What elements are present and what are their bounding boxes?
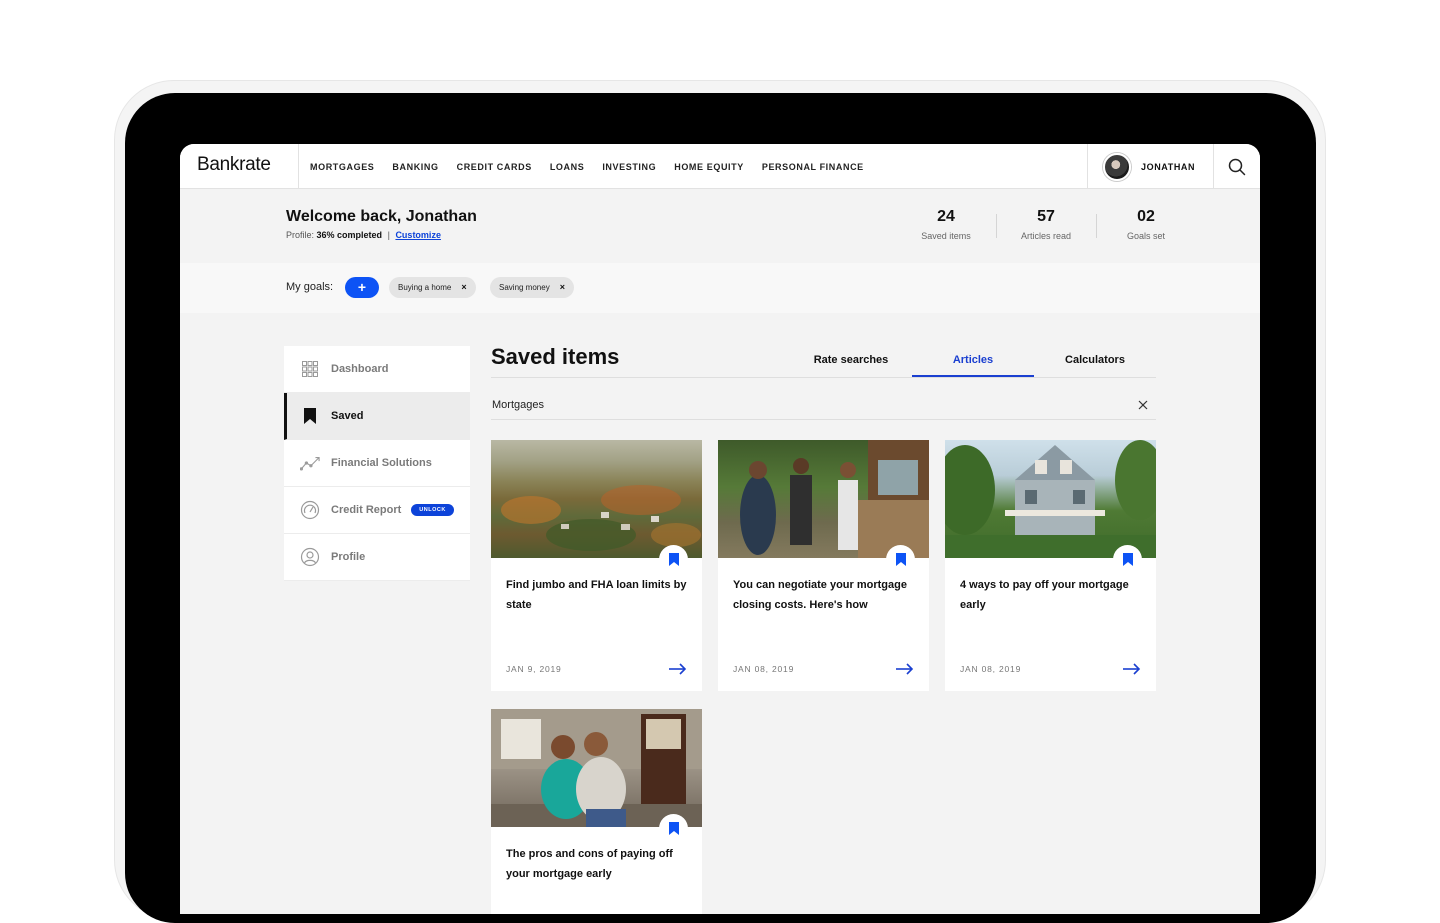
stat-value: 24 <box>937 208 955 225</box>
add-goal-button[interactable]: + <box>345 277 379 298</box>
tab-articles[interactable]: Articles <box>912 344 1034 377</box>
bankrate-logo[interactable]: Bankrate <box>197 154 271 176</box>
goal-chip-saving-money[interactable]: Saving money × <box>490 277 574 298</box>
article-footer: JAN 08, 2019 <box>733 663 914 675</box>
stat-value: 02 <box>1137 208 1155 225</box>
nav-home-equity[interactable]: HOME EQUITY <box>674 162 744 172</box>
article-date: JAN 08, 2019 <box>733 664 795 674</box>
nav-loans[interactable]: LOANS <box>550 162 585 172</box>
profile-completion: 36% completed <box>316 230 383 240</box>
sidebar-item-label: Saved <box>331 410 364 422</box>
profile-prefix: Profile: <box>286 230 315 240</box>
article-date: JAN 9, 2019 <box>506 664 562 674</box>
article-image <box>718 440 929 558</box>
bookmark-button[interactable] <box>1113 545 1142 574</box>
sidebar-item-label: Profile <box>331 551 366 563</box>
stat-label: Goals set <box>1126 231 1166 241</box>
divider <box>298 144 299 189</box>
goals-label: My goals: <box>286 281 334 293</box>
article-card[interactable]: You can negotiate your mortgage closing … <box>718 440 929 691</box>
gauge-icon <box>300 500 320 520</box>
sidebar-item-saved[interactable]: Saved <box>284 393 470 440</box>
bookmark-button[interactable] <box>659 814 688 843</box>
article-card[interactable]: 4 ways to pay off your mortgage early JA… <box>945 440 1156 691</box>
article-date: JAN 08, 2019 <box>960 664 1022 674</box>
bookmark-button[interactable] <box>659 545 688 574</box>
article-footer: JAN 08, 2019 <box>960 663 1141 675</box>
avatar <box>1103 152 1131 181</box>
close-icon[interactable] <box>1138 400 1148 413</box>
bookmark-button[interactable] <box>886 545 915 574</box>
chip-label: Saving money <box>499 283 550 292</box>
stat-value: 57 <box>1037 208 1055 225</box>
search-button[interactable] <box>1213 144 1260 189</box>
welcome-heading: Welcome back, Jonathan <box>286 208 477 225</box>
sidebar: Dashboard Saved Financial Solutions Cred… <box>284 346 470 581</box>
stat-goals-set: 02 Goals set <box>1096 208 1196 241</box>
stat-articles-read: 57 Articles read <box>996 208 1096 241</box>
top-navigation: Bankrate MORTGAGES BANKING CREDIT CARDS … <box>180 144 1260 189</box>
sidebar-item-financial-solutions[interactable]: Financial Solutions <box>284 440 470 487</box>
user-name: JONATHAN <box>1141 161 1196 172</box>
main-menu: MORTGAGES BANKING CREDIT CARDS LOANS INV… <box>310 144 882 189</box>
tab-rate-searches[interactable]: Rate searches <box>790 344 912 377</box>
nav-investing[interactable]: INVESTING <box>602 162 656 172</box>
tab-calculators[interactable]: Calculators <box>1034 344 1156 377</box>
stats-summary: 24 Saved items 57 Articles read 02 Goals… <box>896 208 1196 241</box>
sidebar-item-profile[interactable]: Profile <box>284 534 470 581</box>
bookmark-icon <box>668 553 679 566</box>
article-footer: JAN 9, 2019 <box>506 663 687 675</box>
arrow-right-icon[interactable] <box>895 663 914 675</box>
sidebar-item-label: Dashboard <box>331 363 389 375</box>
close-icon[interactable]: × <box>560 277 565 298</box>
bookmark-icon <box>668 822 679 835</box>
filter-bar: Mortgages <box>491 399 1156 420</box>
nav-credit-cards[interactable]: CREDIT CARDS <box>457 162 532 172</box>
arrow-right-icon[interactable] <box>668 663 687 675</box>
sidebar-item-label: Credit Report <box>331 504 402 516</box>
bookmark-icon <box>1122 553 1133 566</box>
article-card[interactable]: Find jumbo and FHA loan limits by state … <box>491 440 702 691</box>
customize-link[interactable]: Customize <box>395 230 441 240</box>
article-image <box>491 709 702 827</box>
saved-tabs: Rate searches Articles Calculators <box>790 344 1156 377</box>
filter-label: Mortgages <box>492 399 544 411</box>
divider <box>491 377 1156 378</box>
stat-saved-items: 24 Saved items <box>896 208 996 241</box>
close-icon[interactable]: × <box>461 277 466 298</box>
grid-icon <box>300 359 320 379</box>
stat-label: Saved items <box>921 231 971 241</box>
chip-label: Buying a home <box>398 283 452 292</box>
article-image <box>945 440 1156 558</box>
user-icon <box>300 547 320 567</box>
unlock-badge[interactable]: UNLOCK <box>411 504 454 516</box>
goals-bar: My goals: + Buying a home × Saving money… <box>180 263 1260 313</box>
goal-chip-buying-home[interactable]: Buying a home × <box>389 277 476 298</box>
nav-banking[interactable]: BANKING <box>392 162 438 172</box>
bookmark-icon <box>895 553 906 566</box>
bookmark-icon <box>300 406 320 426</box>
user-menu[interactable]: JONATHAN <box>1087 144 1213 189</box>
sidebar-item-credit-report[interactable]: Credit Report UNLOCK <box>284 487 470 534</box>
profile-status: Profile: 36% completed | Customize <box>286 230 441 240</box>
sidebar-item-label: Financial Solutions <box>331 457 432 469</box>
page-title: Saved items <box>491 344 620 369</box>
stat-label: Articles read <box>1020 231 1072 241</box>
profile-separator: | <box>387 230 390 240</box>
sidebar-item-dashboard[interactable]: Dashboard <box>284 346 470 393</box>
article-image <box>491 440 702 558</box>
app-screen: Bankrate MORTGAGES BANKING CREDIT CARDS … <box>180 144 1260 914</box>
nav-personal-finance[interactable]: PERSONAL FINANCE <box>762 162 864 172</box>
nav-mortgages[interactable]: MORTGAGES <box>310 162 374 172</box>
trend-icon <box>300 453 320 473</box>
search-icon <box>1228 158 1246 175</box>
arrow-right-icon[interactable] <box>1122 663 1141 675</box>
article-card[interactable]: The pros and cons of paying off your mor… <box>491 709 702 914</box>
